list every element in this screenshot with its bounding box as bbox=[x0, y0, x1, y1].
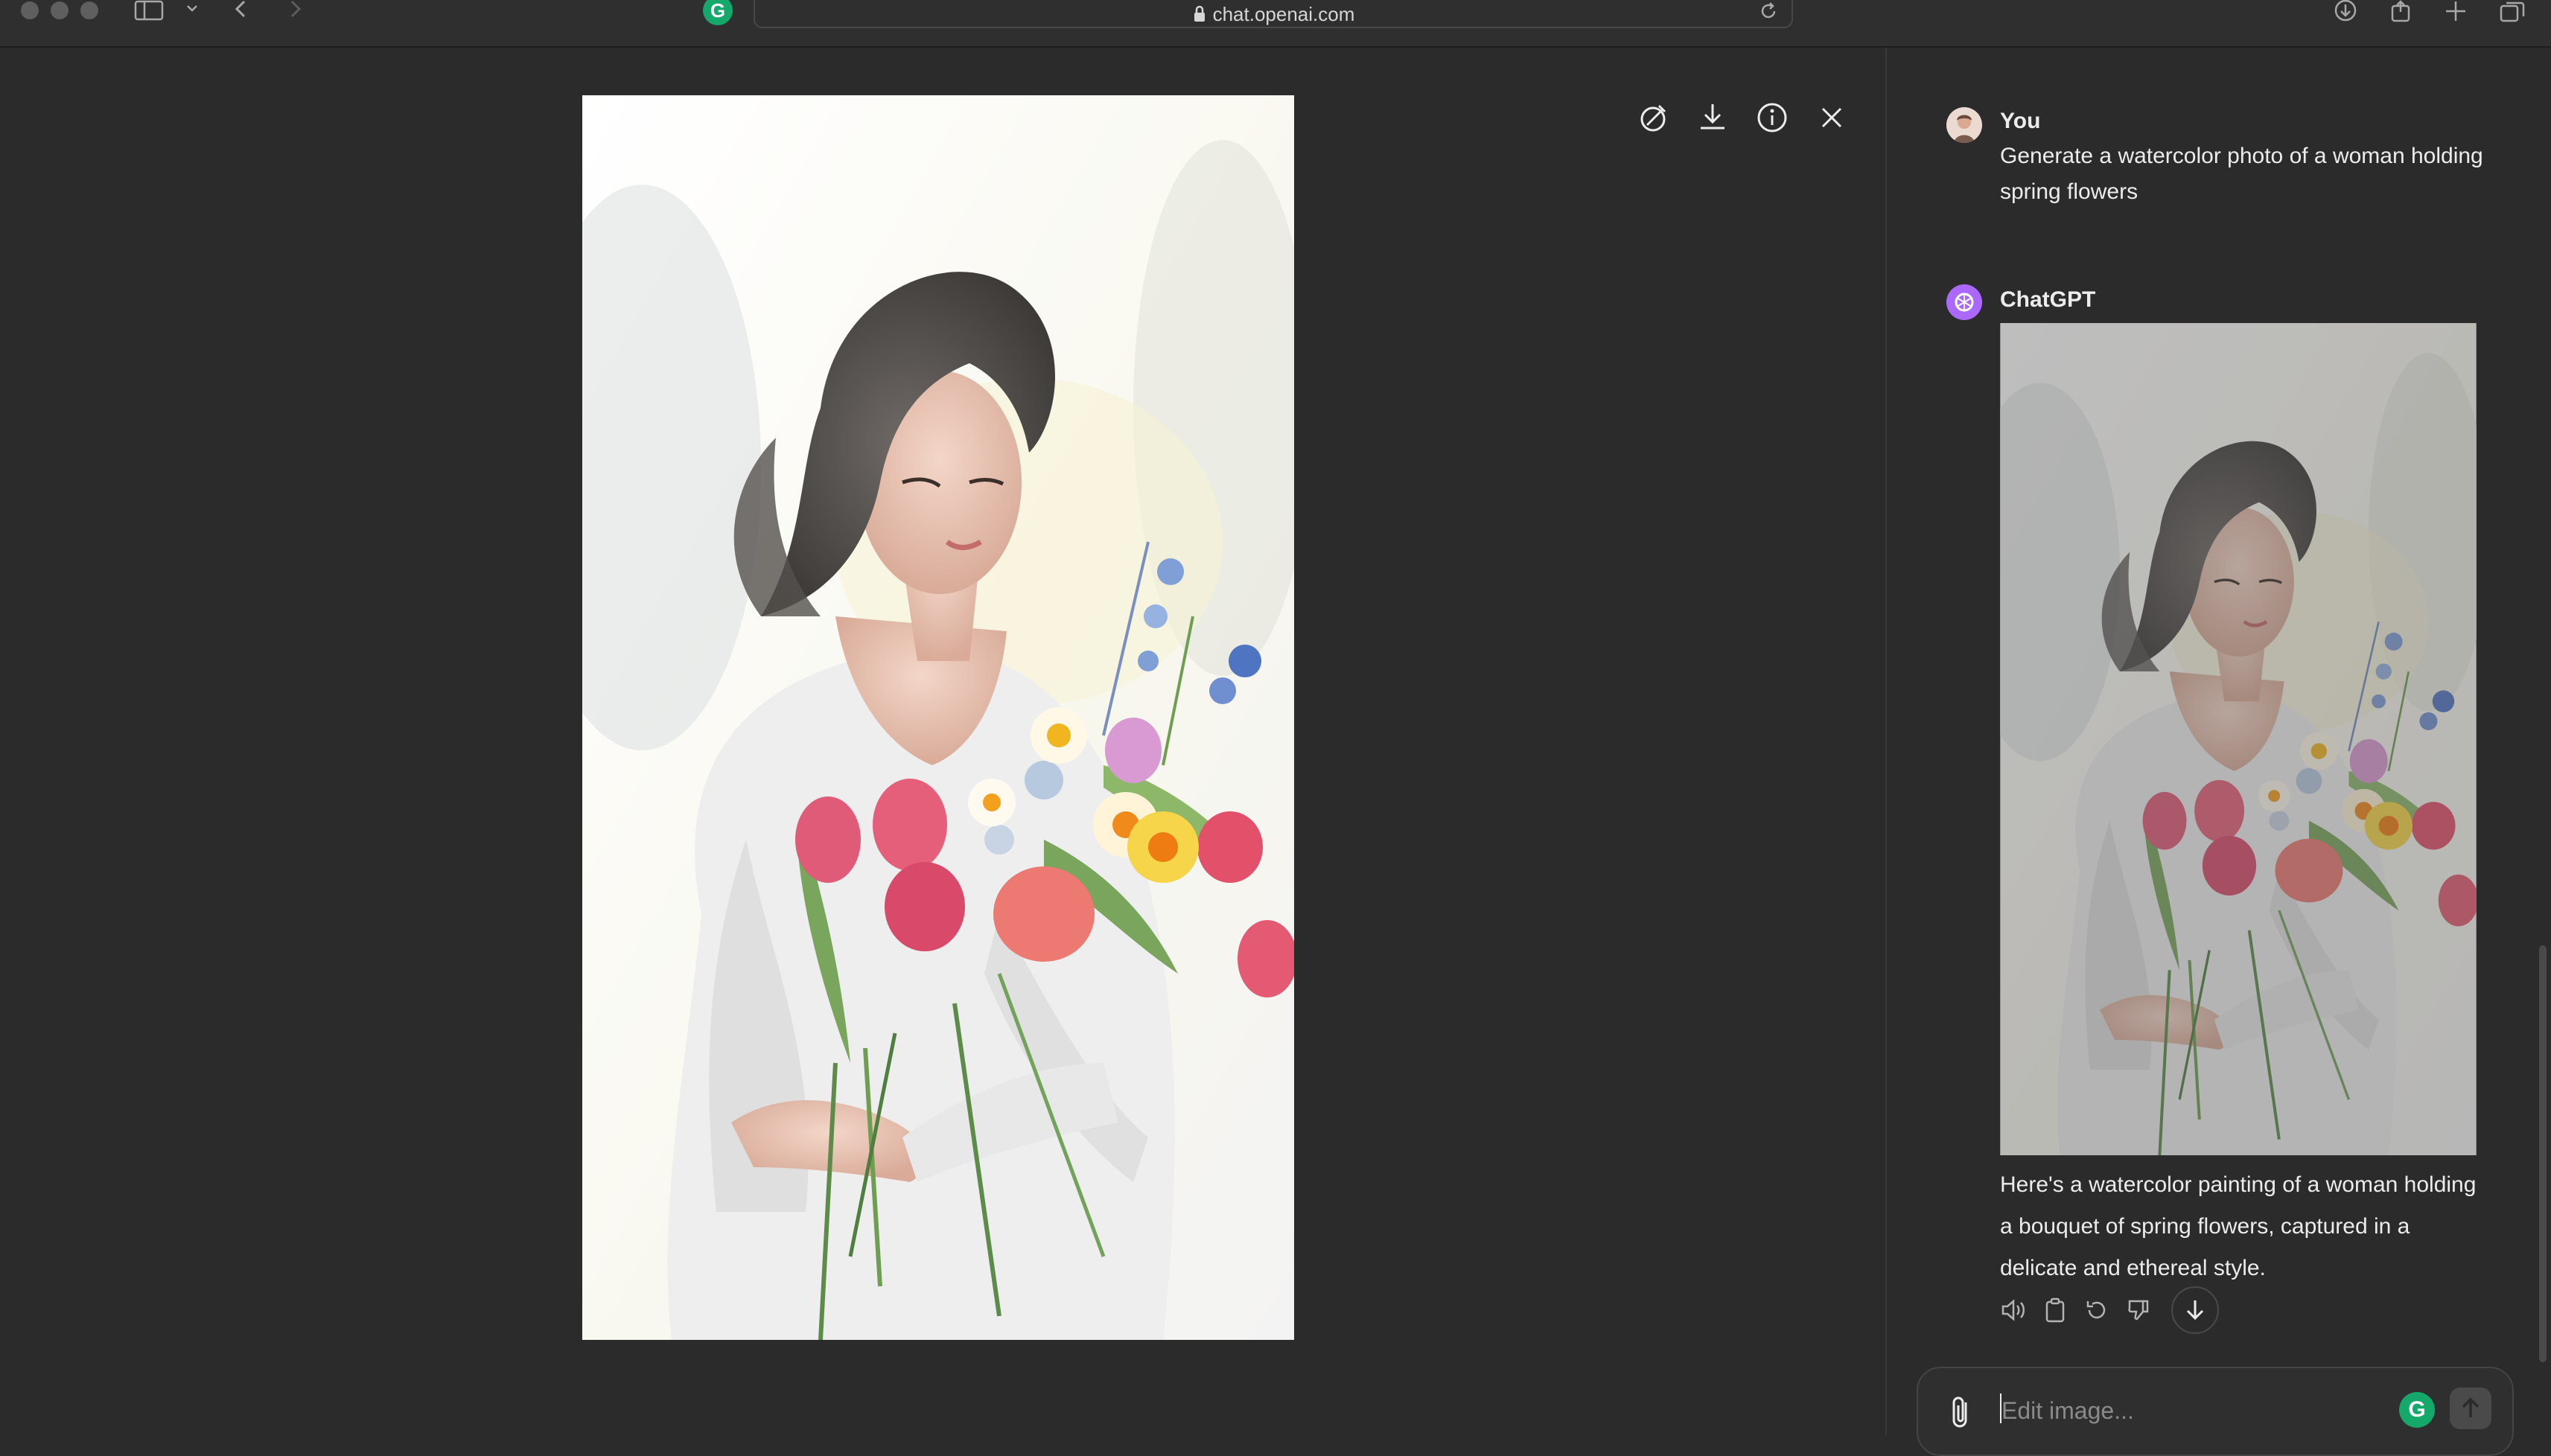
arrow-down-icon bbox=[2186, 1300, 2204, 1321]
arrow-up-icon bbox=[2462, 1397, 2480, 1417]
attach-paperclip-icon[interactable] bbox=[1948, 1393, 1973, 1436]
scroll-to-bottom-button[interactable] bbox=[2171, 1286, 2219, 1334]
assistant-reply: Here's a watercolor painting of a woman … bbox=[2000, 1172, 2477, 1280]
close-icon[interactable] bbox=[1809, 95, 1854, 140]
watercolor-woman-thumbnail bbox=[2000, 323, 2477, 1155]
assistant-name: ChatGPT bbox=[2000, 287, 2096, 312]
sidebar-toggle-icon[interactable] bbox=[134, 0, 164, 25]
address-bar[interactable]: chat.openai.com bbox=[754, 0, 1793, 28]
downloads-icon[interactable] bbox=[2332, 0, 2359, 28]
lock-icon bbox=[1194, 5, 1205, 22]
browser-toolbar: G chat.openai.com bbox=[0, 0, 2551, 48]
grammarly-icon[interactable]: G bbox=[2399, 1392, 2435, 1428]
user-name: You bbox=[2000, 109, 2041, 133]
new-tab-icon[interactable] bbox=[2444, 0, 2468, 28]
chatgpt-avatar bbox=[1946, 284, 1982, 320]
download-icon[interactable] bbox=[1690, 95, 1735, 140]
url-text: chat.openai.com bbox=[755, 3, 1792, 26]
grammarly-extension-icon[interactable]: G bbox=[703, 0, 733, 25]
user-avatar bbox=[1946, 107, 1982, 143]
forward-arrow-icon[interactable] bbox=[286, 0, 304, 25]
generated-image-thumbnail[interactable] bbox=[2000, 323, 2477, 1155]
back-arrow-icon[interactable] bbox=[232, 0, 250, 25]
watercolor-woman-image bbox=[582, 95, 1294, 1340]
copy-icon[interactable] bbox=[2040, 1295, 2070, 1325]
url-label: chat.openai.com bbox=[1212, 3, 1355, 25]
user-message: Generate a watercolor photo of a woman h… bbox=[2000, 144, 2483, 204]
tab-overview-icon[interactable] bbox=[2499, 0, 2526, 28]
message-composer: G bbox=[1917, 1367, 2514, 1456]
regenerate-icon[interactable] bbox=[2082, 1295, 2112, 1325]
send-button[interactable] bbox=[2450, 1388, 2491, 1429]
share-icon[interactable] bbox=[2389, 0, 2413, 28]
chat-scrollbar[interactable] bbox=[2539, 945, 2547, 1362]
window-close-dot[interactable] bbox=[21, 1, 39, 19]
info-icon[interactable] bbox=[1750, 95, 1794, 140]
window-zoom-dot[interactable] bbox=[80, 1, 98, 19]
edit-selection-icon[interactable] bbox=[1631, 95, 1675, 140]
generated-image-large bbox=[582, 95, 1294, 1340]
window-minimize-dot[interactable] bbox=[51, 1, 69, 19]
reload-icon[interactable] bbox=[1759, 1, 1778, 25]
thumbs-down-icon[interactable] bbox=[2124, 1295, 2153, 1325]
edit-image-input[interactable] bbox=[2000, 1389, 2360, 1432]
chevron-down-icon[interactable] bbox=[185, 0, 200, 25]
read-aloud-icon[interactable] bbox=[1999, 1295, 2028, 1325]
